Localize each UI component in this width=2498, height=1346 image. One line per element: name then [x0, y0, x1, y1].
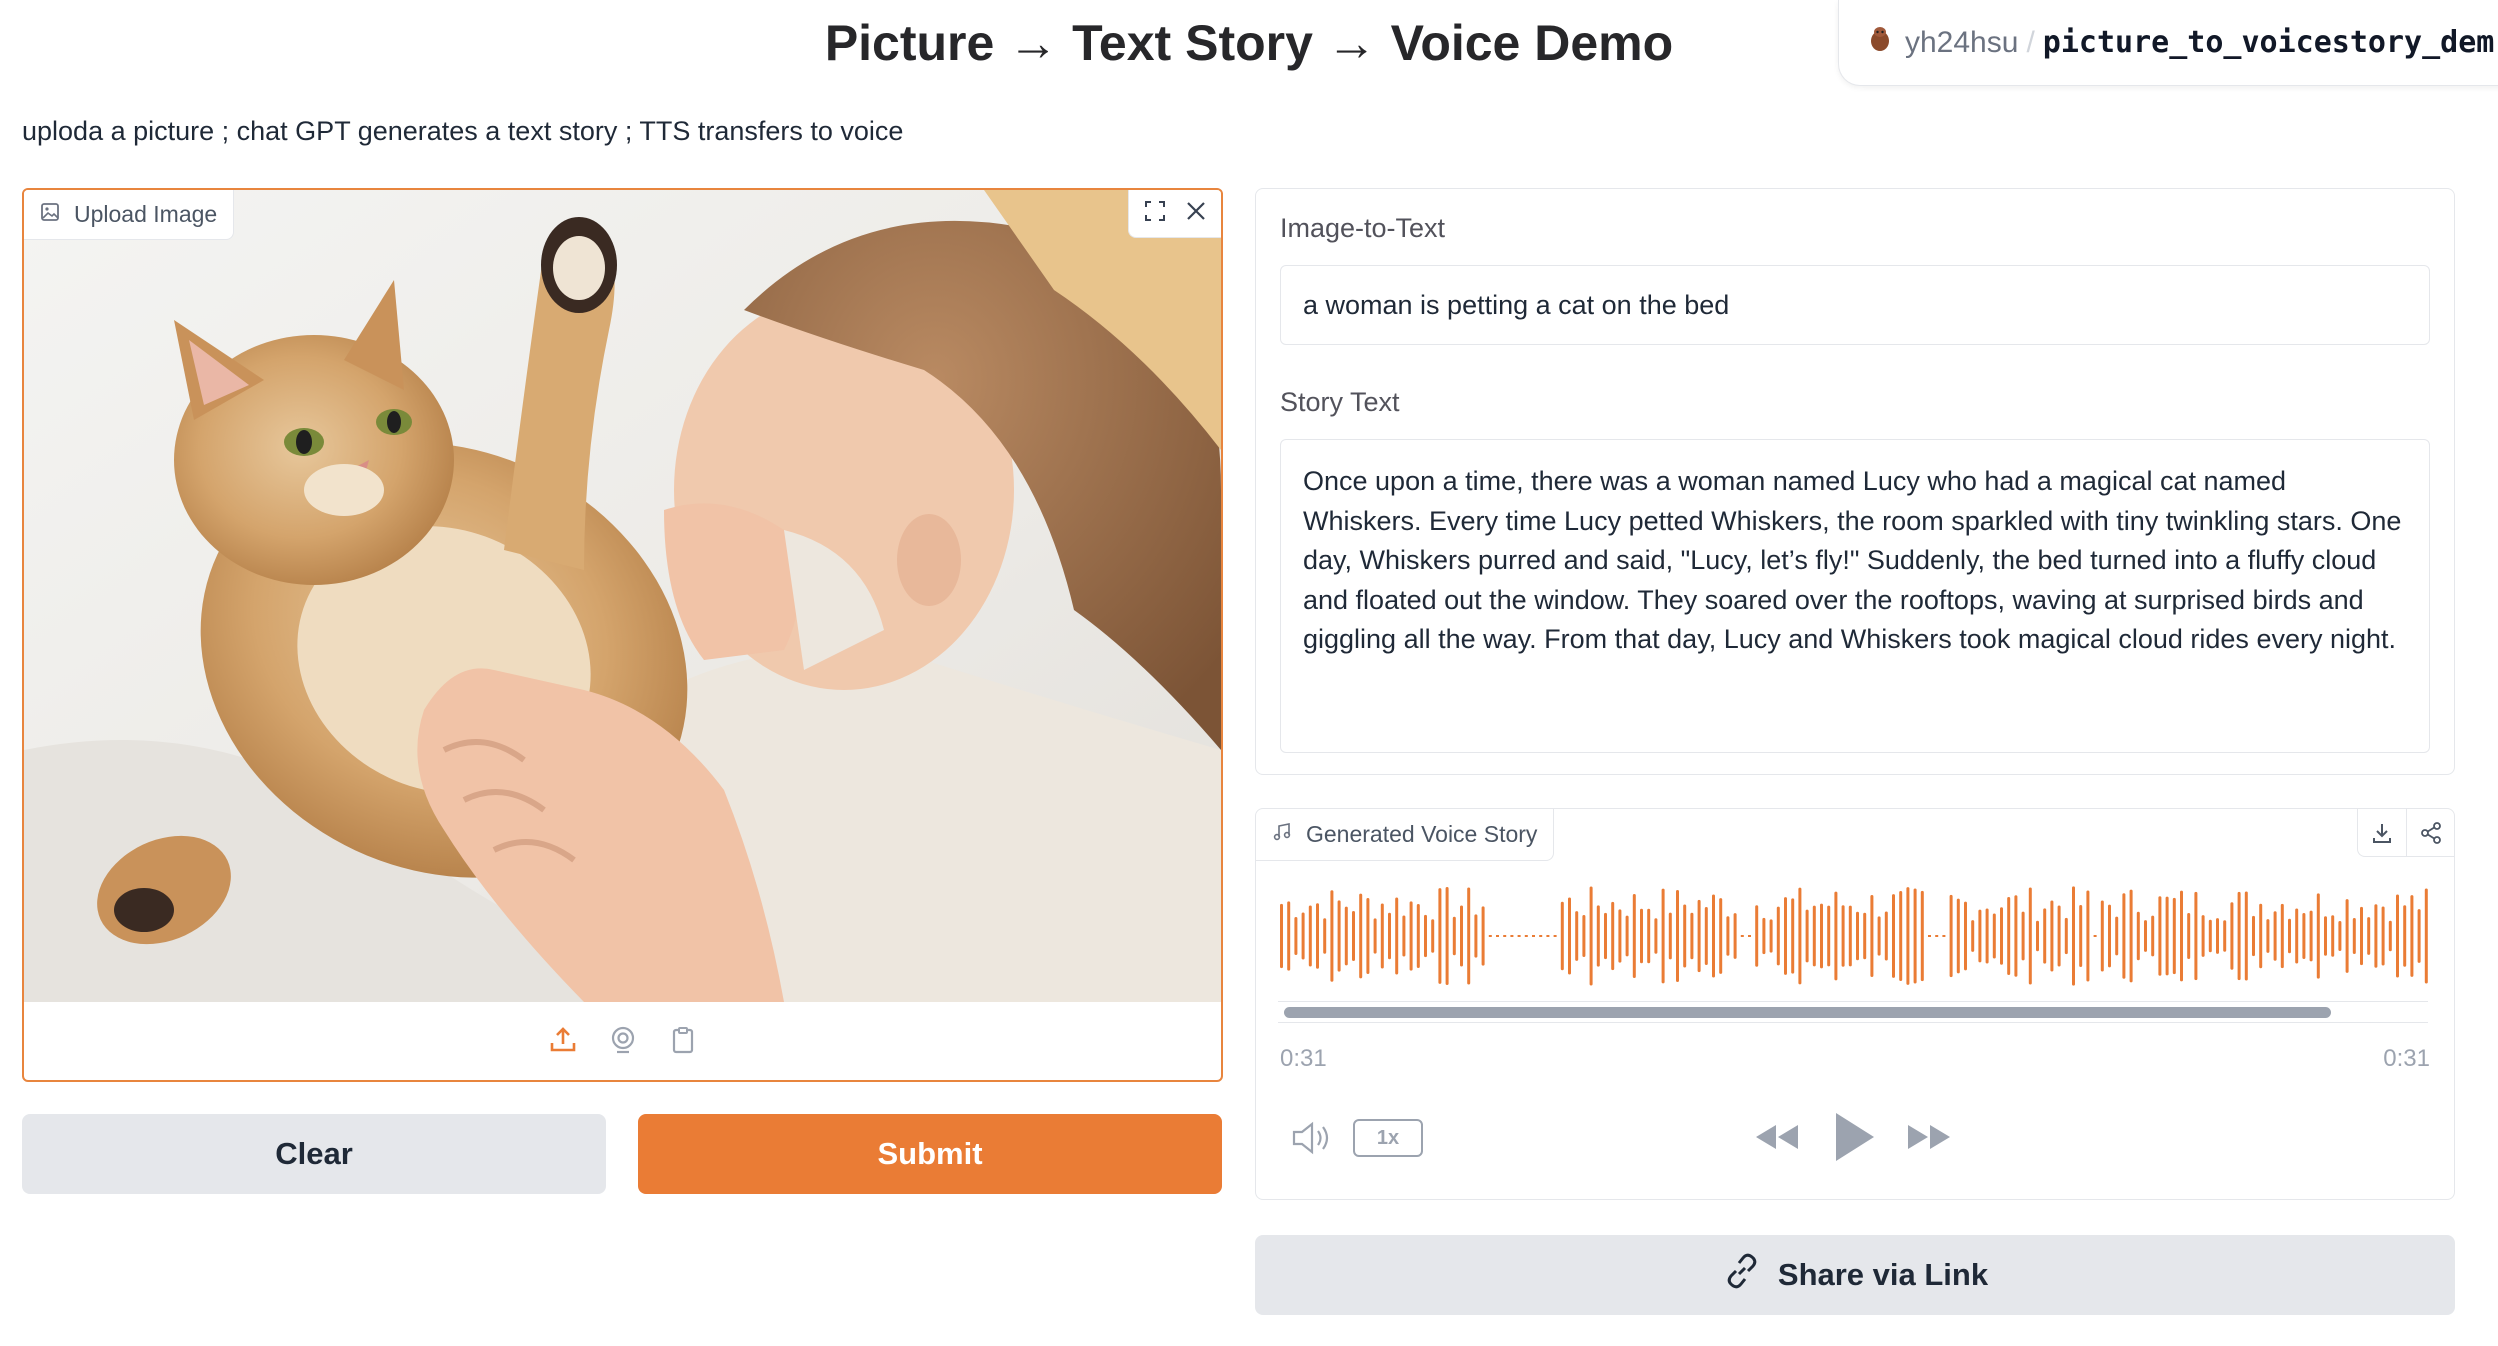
share-icon[interactable]: [2406, 808, 2454, 857]
story-text-field[interactable]: Once upon a time, there was a woman name…: [1280, 439, 2430, 753]
audio-controls: 1x: [1256, 1105, 2456, 1173]
rewind-icon[interactable]: [1752, 1119, 1800, 1155]
audio-progress-track[interactable]: [1278, 1001, 2428, 1023]
fast-forward-icon[interactable]: [1906, 1119, 1954, 1155]
duration: 0:31: [2383, 1045, 2430, 1072]
audio-output-panel: Generated Voice Story 0:31 0:31 1x: [1255, 808, 2455, 1200]
space-owner[interactable]: yh24hsu: [1905, 26, 2018, 60]
app-description: uploda a picture ; chat GPT generates a …: [22, 116, 904, 146]
clear-button[interactable]: Clear: [22, 1114, 606, 1194]
image-source-bar: [24, 1002, 1221, 1080]
image-input-label: Upload Image: [24, 190, 235, 240]
submit-button[interactable]: Submit: [638, 1114, 1222, 1194]
story-text-label: Story Text: [1280, 387, 1400, 417]
clipboard-icon[interactable]: [668, 1025, 698, 1060]
audio-label: Generated Voice Story: [1256, 809, 1555, 861]
space-badge[interactable]: yh24hsu / picture_to_voicestory_dem: [1838, 0, 2498, 86]
image-upload-panel[interactable]: Upload Image: [22, 188, 1223, 1082]
space-separator: /: [2026, 25, 2035, 59]
webcam-icon[interactable]: [608, 1025, 638, 1060]
space-repo-name[interactable]: picture_to_voicestory_dem: [2043, 25, 2495, 60]
image-input-label-text: Upload Image: [74, 201, 218, 227]
image-to-text-field[interactable]: a woman is petting a cat on the bed: [1280, 265, 2430, 345]
image-icon: [40, 201, 60, 228]
share-via-link-button[interactable]: Share via Link: [1255, 1235, 2455, 1315]
text-output-panel: Image-to-Text a woman is petting a cat o…: [1255, 188, 2455, 775]
space-owner-avatar-icon: [1869, 26, 1891, 60]
upload-icon[interactable]: [548, 1025, 578, 1060]
audio-actions: [2357, 808, 2454, 857]
play-icon[interactable]: [1832, 1111, 1876, 1163]
audio-label-text: Generated Voice Story: [1306, 821, 1538, 847]
audio-waveform[interactable]: [1278, 881, 2428, 991]
fullscreen-icon[interactable]: [1143, 199, 1167, 228]
image-to-text-label: Image-to-Text: [1280, 213, 1446, 243]
playback-speed-button[interactable]: 1x: [1353, 1119, 1423, 1157]
current-time: 0:31: [1280, 1045, 1327, 1072]
image-controls: [1128, 190, 1221, 238]
download-icon[interactable]: [2358, 809, 2406, 857]
link-icon: [1722, 1251, 1762, 1299]
share-via-link-label: Share via Link: [1777, 1257, 1989, 1292]
audio-progress-fill: [1284, 1007, 2331, 1018]
uploaded-photo: [24, 190, 1221, 1002]
close-icon[interactable]: [1185, 200, 1207, 227]
volume-icon[interactable]: [1290, 1119, 1334, 1157]
music-note-icon: [1272, 821, 1292, 848]
